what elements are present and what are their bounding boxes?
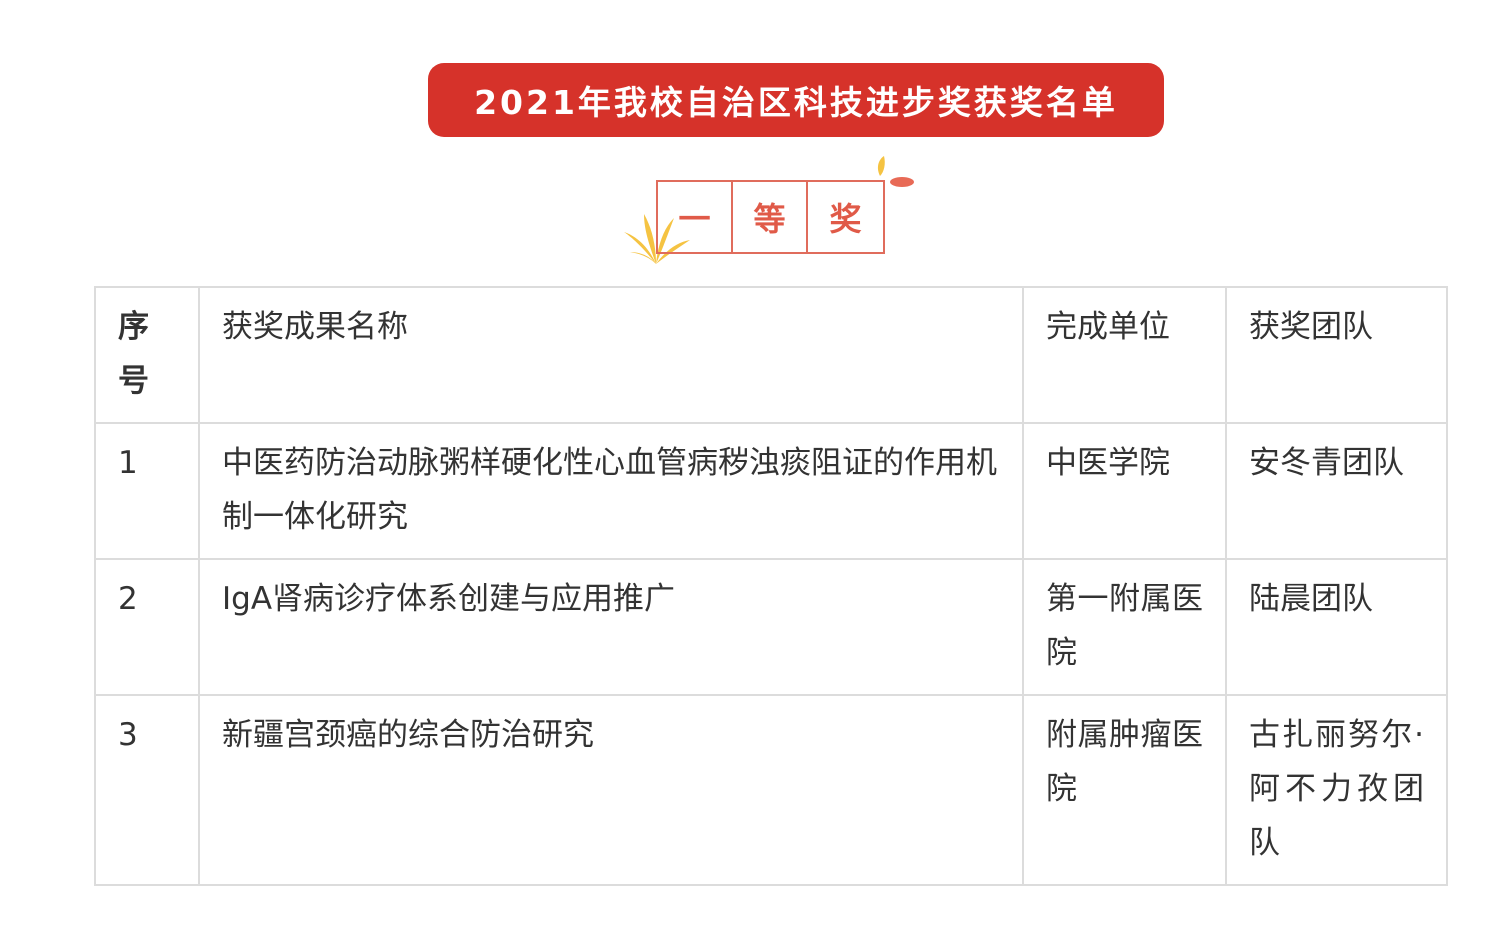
cell-unit: 中医学院 xyxy=(1022,422,1227,560)
cell-no: 2 xyxy=(94,558,200,696)
award-char: 一 xyxy=(658,182,733,252)
header-team: 获奖团队 xyxy=(1225,286,1448,424)
table-header-row: 序号 获奖成果名称 完成单位 获奖团队 xyxy=(94,286,1448,424)
table-row: 3 新疆宫颈癌的综合防治研究 附属肿瘤医院 古扎丽努尔·阿不力孜团队 xyxy=(94,694,1448,886)
award-level-boxes: 一 等 奖 xyxy=(656,180,885,254)
title-banner: 2021年我校自治区科技进步奖获奖名单 xyxy=(428,63,1164,137)
award-char: 等 xyxy=(733,182,808,252)
cell-unit-text: 第一附属医院 xyxy=(1046,581,1203,671)
cell-unit-text: 附属肿瘤医院 xyxy=(1046,717,1203,807)
cell-title: 新疆宫颈癌的综合防治研究 xyxy=(198,694,1024,886)
cell-team: 古扎丽努尔·阿不力孜团队 xyxy=(1225,694,1448,886)
falling-leaf-icon xyxy=(877,156,914,187)
awards-table: 序号 获奖成果名称 完成单位 获奖团队 1 中医药防治动脉粥样硬化性心血管病秽浊… xyxy=(94,286,1448,886)
header-unit: 完成单位 xyxy=(1022,286,1227,424)
cell-unit: 第一附属医院 xyxy=(1022,558,1227,696)
table-row: 1 中医药防治动脉粥样硬化性心血管病秽浊痰阻证的作用机制一体化研究 中医学院 安… xyxy=(94,422,1448,560)
cell-team-text: 古扎丽努尔·阿不力孜团队 xyxy=(1249,717,1424,861)
cell-title: 中医药防治动脉粥样硬化性心血管病秽浊痰阻证的作用机制一体化研究 xyxy=(198,422,1024,560)
table-row: 2 IgA肾病诊疗体系创建与应用推广 第一附属医院 陆晨团队 xyxy=(94,558,1448,696)
award-level-heading: 一 等 奖 xyxy=(600,150,930,270)
cell-team: 安冬青团队 xyxy=(1225,422,1448,560)
cell-title: IgA肾病诊疗体系创建与应用推广 xyxy=(198,558,1024,696)
cell-team: 陆晨团队 xyxy=(1225,558,1448,696)
cell-no: 1 xyxy=(94,422,200,560)
header-title: 获奖成果名称 xyxy=(198,286,1024,424)
award-char: 奖 xyxy=(829,200,862,238)
cell-unit: 附属肿瘤医院 xyxy=(1022,694,1227,886)
banner-title: 2021年我校自治区科技进步奖获奖名单 xyxy=(474,83,1118,122)
cell-no: 3 xyxy=(94,694,200,886)
header-seq: 序号 xyxy=(94,286,200,424)
